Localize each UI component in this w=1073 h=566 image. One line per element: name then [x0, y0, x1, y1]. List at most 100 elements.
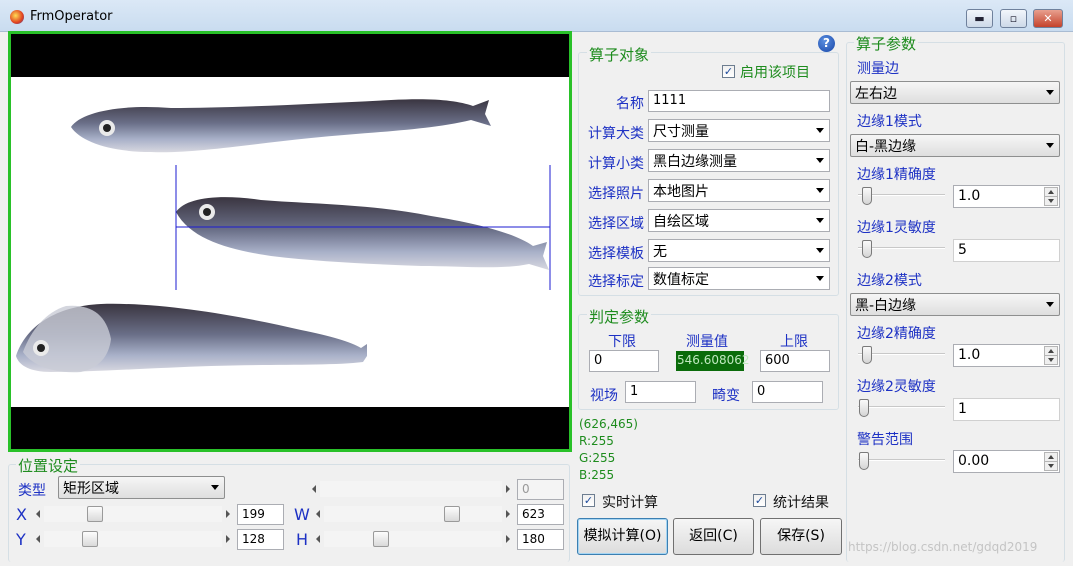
save-button[interactable]: 保存(S): [760, 518, 842, 555]
lower-label: 下限: [608, 334, 636, 350]
simulate-button[interactable]: 模拟计算(O): [577, 518, 668, 555]
back-button[interactable]: 返回(C): [673, 518, 754, 555]
stats-label: 统计结果: [773, 495, 829, 511]
measure-lines: [175, 165, 551, 290]
type-select[interactable]: 矩形区域: [58, 476, 225, 499]
measure-edge-label: 测量边: [857, 61, 899, 77]
edge1-mode-label: 边缘1模式: [857, 114, 922, 130]
cursor-coord: (626,465): [579, 417, 638, 431]
photo-select[interactable]: 本地图片: [648, 179, 830, 202]
template-select[interactable]: 无: [648, 239, 830, 262]
name-label: 名称: [616, 96, 644, 112]
window-title: FrmOperator: [30, 9, 113, 24]
fov-input[interactable]: 1: [625, 381, 696, 403]
edge1-precision-input[interactable]: 1.0: [953, 185, 1060, 208]
close-button[interactable]: ✕: [1033, 9, 1063, 28]
chevron-down-icon: [211, 485, 219, 490]
edge2-precision-input[interactable]: 1.0: [953, 344, 1060, 367]
region-label: 选择区域: [588, 216, 644, 232]
fov-label: 视场: [590, 388, 618, 404]
x-scrollbar[interactable]: [34, 506, 232, 522]
watermark: https://blog.csdn.net/gdqd2019: [848, 540, 1038, 554]
calc-minor-label: 计算小类: [588, 156, 644, 172]
edge2-precision-label: 边缘2精确度: [857, 326, 936, 342]
calib-label: 选择标定: [588, 274, 644, 290]
image-viewer[interactable]: [8, 31, 572, 452]
y-label: Y: [16, 530, 26, 549]
y-scrollbar[interactable]: [34, 531, 232, 547]
realtime-label: 实时计算: [602, 495, 658, 511]
upper-input[interactable]: 600: [760, 350, 830, 372]
help-icon[interactable]: ?: [818, 35, 835, 52]
maximize-button[interactable]: ▫: [1000, 9, 1027, 28]
x-label: X: [16, 505, 27, 524]
h-input[interactable]: 180: [517, 529, 564, 550]
edge2-sensitivity-slider[interactable]: [858, 399, 945, 417]
stats-checkbox[interactable]: ✓: [753, 494, 766, 507]
warn-range-input[interactable]: 0.00: [953, 450, 1060, 473]
distortion-input[interactable]: 0: [752, 381, 823, 403]
edge1-sensitivity-label: 边缘1灵敏度: [857, 220, 936, 236]
type-label: 类型: [18, 483, 46, 499]
close-icon: ✕: [1043, 12, 1053, 25]
name-input[interactable]: 1111: [648, 90, 830, 112]
edge1-precision-slider[interactable]: [858, 187, 945, 205]
chevron-down-icon: [816, 276, 824, 281]
minimize-button[interactable]: ▬: [966, 9, 993, 28]
edge1-mode-select[interactable]: 白-黑边缘: [850, 134, 1060, 157]
calc-minor-select[interactable]: 黑白边缘测量: [648, 149, 830, 172]
maximize-icon: ▫: [1009, 12, 1018, 25]
w-input[interactable]: 623: [517, 504, 564, 525]
operator-params-title: 算子参数: [854, 33, 919, 54]
angle-scrollbar[interactable]: [310, 481, 512, 497]
chevron-down-icon: [1046, 90, 1054, 95]
edge1-sensitivity-input[interactable]: 5: [953, 239, 1060, 262]
edge1-sensitivity-slider[interactable]: [858, 240, 945, 258]
warn-range-label: 警告范围: [857, 432, 913, 448]
region-select[interactable]: 自绘区域: [648, 209, 830, 232]
measure-label: 测量值: [686, 334, 728, 350]
edge2-sensitivity-label: 边缘2灵敏度: [857, 379, 936, 395]
app-icon: [10, 10, 24, 24]
photo-label: 选择照片: [588, 186, 644, 202]
calc-major-label: 计算大类: [588, 126, 644, 142]
chevron-down-icon: [1046, 302, 1054, 307]
angle-input: 0: [517, 479, 564, 500]
y-input[interactable]: 128: [237, 529, 284, 550]
edge2-sensitivity-input[interactable]: 1: [953, 398, 1060, 421]
edge1-precision-label: 边缘1精确度: [857, 167, 936, 183]
edge2-mode-select[interactable]: 黑-白边缘: [850, 293, 1060, 316]
calib-select[interactable]: 数值标定: [648, 267, 830, 290]
pixel-r: R:255: [579, 434, 614, 448]
measure-edge-select[interactable]: 左右边: [850, 81, 1060, 104]
chevron-down-icon: [816, 248, 824, 253]
w-scrollbar[interactable]: [314, 506, 512, 522]
pixel-b: B:255: [579, 468, 615, 482]
operator-object-title: 算子对象: [587, 44, 652, 65]
calc-major-select[interactable]: 尺寸测量: [648, 119, 830, 142]
position-title: 位置设定: [16, 455, 81, 476]
lower-input[interactable]: 0: [589, 350, 659, 372]
edge2-mode-label: 边缘2模式: [857, 273, 922, 289]
chevron-down-icon: [816, 158, 824, 163]
chevron-down-icon: [816, 128, 824, 133]
chevron-down-icon: [816, 218, 824, 223]
pixel-g: G:255: [579, 451, 616, 465]
chevron-down-icon: [1046, 143, 1054, 148]
upper-label: 上限: [780, 334, 808, 350]
enable-label: 启用该项目: [740, 65, 810, 81]
judge-title: 判定参数: [587, 306, 652, 327]
template-label: 选择模板: [588, 246, 644, 262]
h-scrollbar[interactable]: [314, 531, 512, 547]
enable-checkbox[interactable]: ✓: [722, 65, 735, 78]
warn-range-slider[interactable]: [858, 452, 945, 470]
title-bar: FrmOperator ▬ ▫ ✕: [0, 0, 1073, 32]
measure-value: 546.608062: [676, 351, 750, 371]
distortion-label: 畸变: [712, 388, 740, 404]
x-input[interactable]: 199: [237, 504, 284, 525]
realtime-checkbox[interactable]: ✓: [582, 494, 595, 507]
w-label: W: [294, 505, 310, 524]
chevron-down-icon: [816, 188, 824, 193]
edge2-precision-slider[interactable]: [858, 346, 945, 364]
fish-image: [16, 99, 551, 373]
